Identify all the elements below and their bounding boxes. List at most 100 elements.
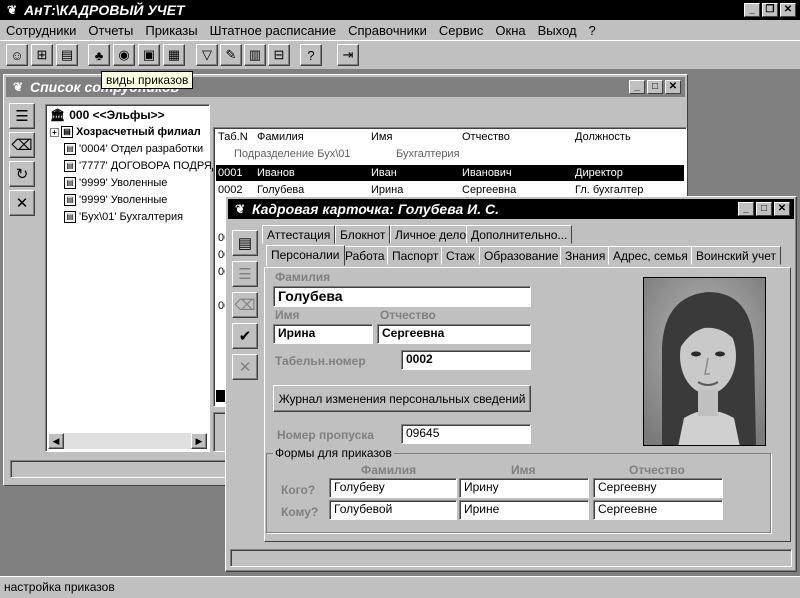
delete-icon[interactable]: ✕	[9, 190, 35, 216]
dative-first-name-field[interactable]: Ирине	[459, 500, 589, 520]
document-icon[interactable]: ▤	[56, 44, 78, 66]
restore-button[interactable]: ❐	[762, 3, 778, 17]
forms-row-label: Кому?	[281, 505, 319, 519]
status-bar: настройка приказов	[0, 576, 800, 598]
tree-view-icon[interactable]: ☰	[232, 261, 258, 287]
tab-knowledge[interactable]: Знания	[560, 246, 611, 265]
column-header[interactable]: Таб.N	[218, 131, 248, 143]
employee-icon[interactable]: ☺	[6, 44, 28, 66]
toolbar: ☺ ⊞ ▤ ♣ ◉ ▣ ▦ ▽ ✎ ▥ ⊟ ? ⇥	[0, 40, 800, 70]
card-icon[interactable]: ▤	[232, 230, 258, 256]
department-icon: ▤	[61, 126, 73, 138]
tab-personal[interactable]: Персоналии	[266, 245, 345, 266]
eraser-icon[interactable]: ⌫	[9, 132, 35, 158]
tree-item[interactable]: ▤ 'Бух\01' Бухгалтерия	[64, 209, 183, 225]
department-icon: ▤	[64, 194, 76, 206]
app-title-bar: ❦ АнТ:\КАДРОВЫЙ УЧЕТ _ ❐ ✕	[0, 0, 800, 20]
tab-passport[interactable]: Паспорт	[387, 246, 444, 265]
tab-personal-file[interactable]: Личное дело	[390, 225, 472, 244]
forms-header-last: Фамилия	[361, 463, 417, 477]
dative-middle-name-field[interactable]: Сергеевне	[593, 500, 723, 520]
window-icon: ❦	[234, 202, 246, 216]
tree-item[interactable]: ▤ '0004' Отдел разработки	[64, 141, 203, 157]
department-icon: ▤	[64, 143, 76, 155]
tab-military[interactable]: Воинский учет	[691, 246, 782, 265]
employee-photo	[643, 277, 766, 446]
close-button[interactable]: ✕	[780, 3, 796, 17]
menu-exit[interactable]: Выход	[532, 23, 583, 38]
tree-item[interactable]: ▤ '9999' Уволенные	[64, 192, 167, 208]
maximize-button[interactable]: □	[647, 80, 663, 94]
scroll-left-icon[interactable]: ◀	[48, 433, 64, 449]
accusative-first-name-field[interactable]: Ирину	[459, 478, 589, 498]
card-icon[interactable]: ⊞	[31, 44, 53, 66]
tab-education[interactable]: Образование	[479, 246, 564, 265]
building-icon: 🏛	[50, 108, 66, 122]
menu-help[interactable]: ?	[583, 23, 602, 38]
group-row-name: Бухгалтерия	[396, 148, 460, 160]
tree-item[interactable]: ▤ '7777' ДОГОВОРА ПОДРЯДА	[64, 158, 227, 174]
tab-address-family[interactable]: Адрес, семья	[608, 246, 693, 265]
pass-number-field[interactable]: 09645	[401, 424, 531, 444]
globe-icon[interactable]: ◉	[113, 44, 135, 66]
order-forms-title: Формы для приказов	[273, 446, 394, 460]
tree-item[interactable]: ▤ '9999' Уволенные	[64, 175, 167, 191]
scroll-right-icon[interactable]: ▶	[191, 433, 207, 449]
tab-work[interactable]: Работа	[340, 246, 390, 265]
exit-door-icon[interactable]: ⇥	[337, 44, 359, 66]
minimize-button[interactable]: _	[629, 80, 645, 94]
tree-root[interactable]: 🏛 000 <<Эльфы>>	[50, 107, 165, 123]
tab-experience[interactable]: Стаж	[441, 246, 480, 265]
tab-number-field[interactable]: 0002	[401, 350, 531, 370]
table-row-selected[interactable]: 0001 Иванов Иван Иванович Директор	[216, 165, 684, 181]
tab-notebook[interactable]: Блокнот	[335, 225, 391, 244]
menu-orders[interactable]: Приказы	[139, 23, 203, 38]
column-header[interactable]: Фамилия	[257, 131, 304, 143]
menu-directories[interactable]: Справочники	[342, 23, 433, 38]
menu-reports[interactable]: Отчеты	[82, 23, 139, 38]
cancel-icon[interactable]: ✕	[232, 354, 258, 380]
first-name-field[interactable]: Ирина	[273, 324, 373, 344]
minimize-button[interactable]: _	[738, 202, 754, 216]
tree-scrollbar[interactable]: ◀ ▶	[48, 433, 207, 449]
menu-employees[interactable]: Сотрудники	[0, 23, 82, 38]
tree-branch[interactable]: + ▤ Хозрасчетный филиал	[50, 124, 201, 140]
desktop: { "app": { "title": "АнТ:\\КАДРОВЫЙ УЧЕТ…	[0, 0, 800, 598]
filter-icon[interactable]: ▽	[196, 44, 218, 66]
close-button[interactable]: ✕	[665, 80, 681, 94]
refresh-icon[interactable]: ↻	[9, 161, 35, 187]
accusative-middle-name-field[interactable]: Сергеевну	[593, 478, 723, 498]
status-text: настройка приказов	[4, 580, 115, 594]
help-icon[interactable]: ?	[300, 44, 322, 66]
tab-attestation[interactable]: Аттестация	[262, 225, 336, 244]
maximize-button[interactable]: □	[756, 202, 772, 216]
personal-changes-journal-button[interactable]: Журнал изменения персональных сведений	[273, 385, 531, 412]
menu-service[interactable]: Сервис	[433, 23, 490, 38]
window-icon[interactable]: ▣	[138, 44, 160, 66]
close-button[interactable]: ✕	[774, 202, 790, 216]
tab-additional[interactable]: Дополнительно...	[466, 225, 573, 244]
edit-icon[interactable]: ✎	[220, 44, 242, 66]
frame-icon[interactable]: ⊟	[268, 44, 290, 66]
last-name-field[interactable]: Голубева	[273, 286, 531, 307]
toolbar-tooltip: виды приказов	[101, 71, 194, 89]
tree-view-icon[interactable]: ☰	[9, 103, 35, 129]
accusative-last-name-field[interactable]: Голубеву	[329, 478, 457, 498]
personnel-card-window: ❦ Кадровая карточка: Голубева И. С. _ □ …	[225, 196, 797, 572]
menu-staffing[interactable]: Штатное расписание	[204, 23, 343, 38]
first-name-label: Имя	[275, 308, 300, 322]
column-header[interactable]: Имя	[371, 131, 392, 143]
orders-icon[interactable]: ♣	[88, 44, 110, 66]
column-header[interactable]: Должность	[575, 131, 631, 143]
dative-last-name-field[interactable]: Голубевой	[329, 500, 457, 520]
column-header[interactable]: Отчество	[462, 131, 510, 143]
department-tree[interactable]: 🏛 000 <<Эльфы>> + ▤ Хозрасчетный филиал …	[45, 104, 227, 452]
eraser-icon[interactable]: ⌫	[232, 292, 258, 318]
expand-icon[interactable]: +	[50, 127, 59, 137]
checkmark-icon[interactable]: ✔	[232, 323, 258, 349]
table-icon[interactable]: ▦	[163, 44, 185, 66]
middle-name-field[interactable]: Сергеевна	[377, 324, 531, 344]
menu-windows[interactable]: Окна	[489, 23, 531, 38]
minimize-button[interactable]: _	[744, 3, 760, 17]
list-icon[interactable]: ▥	[244, 44, 266, 66]
